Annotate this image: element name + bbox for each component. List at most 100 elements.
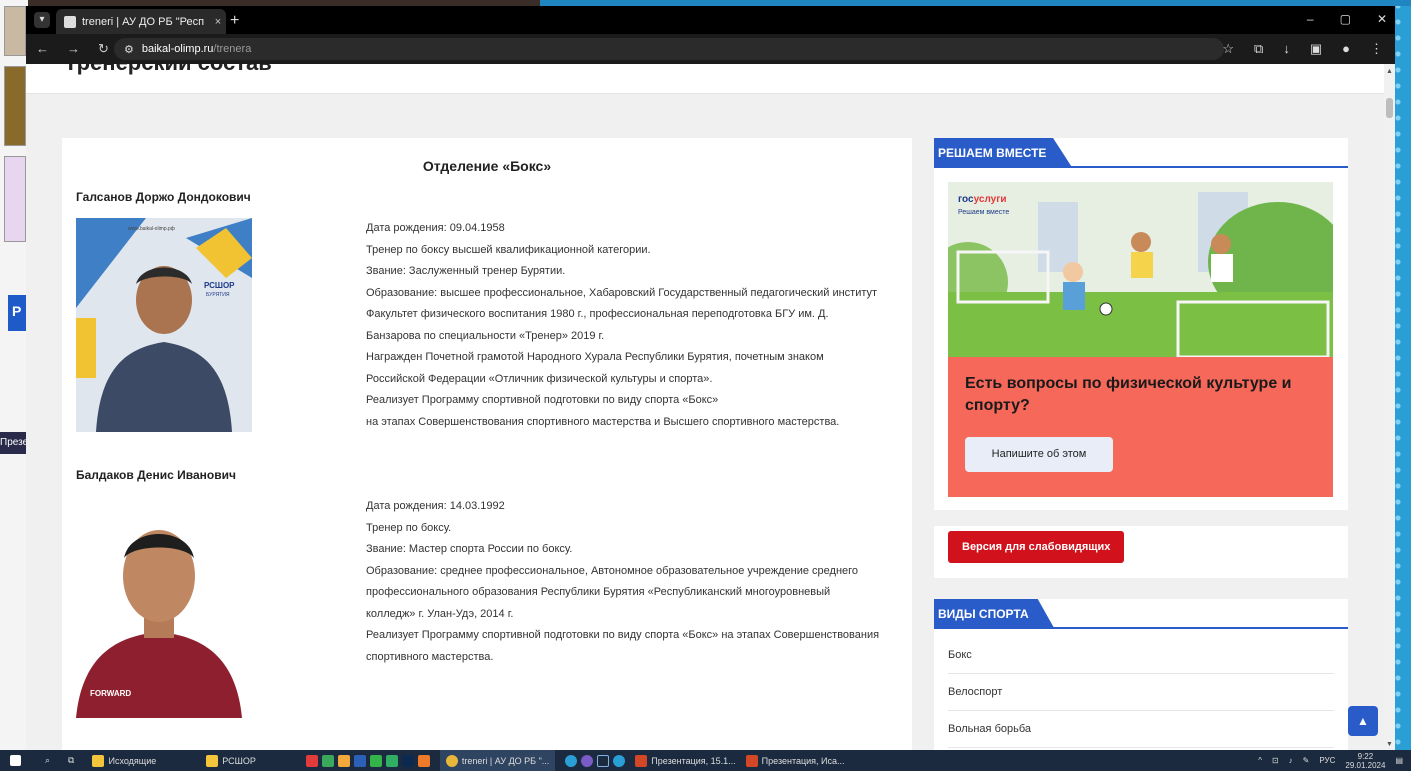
bio-line: Звание: Мастер спорта России по боксу. <box>366 543 573 555</box>
coach-name: Балдаков Денис Иванович <box>76 468 236 482</box>
pen-icon[interactable]: ✎ <box>1303 756 1310 765</box>
task-view-button[interactable]: ⧉ <box>68 755 74 766</box>
close-window-button[interactable]: ✕ <box>1377 12 1387 26</box>
language-indicator[interactable]: РУС <box>1319 756 1335 765</box>
sport-link-boxing[interactable]: Бокс <box>948 637 1334 674</box>
app-icon[interactable] <box>337 754 350 767</box>
powerpoint-icon <box>635 754 648 767</box>
taskbar-app-label: Презентация, Иса... <box>761 755 845 766</box>
forward-icon[interactable]: → <box>67 41 80 57</box>
firefox-icon[interactable] <box>417 754 430 767</box>
web-page: Тренерский состав Отделение «Бокс» Галса… <box>26 64 1384 750</box>
browser-tab-active[interactable]: treneri | АУ ДО РБ "Республикан × <box>56 9 226 34</box>
page-header: Тренерский состав <box>26 64 1384 94</box>
background-thumbnail <box>4 66 26 146</box>
coach-bio: Дата рождения: 14.03.1992 Тренер по бокс… <box>366 496 906 668</box>
window-controls: – ▢ ✕ <box>1307 12 1387 26</box>
bio-line: Реализует Программу спортивной подготовк… <box>366 629 880 641</box>
bio-line: Награжден Почетной грамотой Народного Ху… <box>366 351 824 363</box>
reload-icon[interactable]: ↻ <box>98 41 109 57</box>
app-icon[interactable] <box>613 754 626 767</box>
volume-icon[interactable]: ♪ <box>1289 756 1293 765</box>
banner-illustration: госуслуги Решаем вместе <box>948 182 1333 357</box>
restore-button[interactable]: ▢ <box>1340 12 1351 26</box>
coach-bio: Дата рождения: 09.04.1958 Тренер по бокс… <box>366 218 906 433</box>
menu-icon[interactable]: ⋮ <box>1370 41 1383 57</box>
taskbar-app-label: РСШОР <box>222 755 256 766</box>
side-panel-icon[interactable]: ▣ <box>1310 41 1322 57</box>
show-hidden-icons-icon[interactable]: ^ <box>1258 756 1262 765</box>
word-icon[interactable] <box>353 754 366 767</box>
taskbar-app-label: Исходящие <box>108 755 157 766</box>
browser-toolbar: ← → ↻ ⚙ baikal-olimp.ru/trenera ☆ ⧉ ↓ ▣ … <box>26 34 1395 64</box>
close-tab-icon[interactable]: × <box>210 16 226 28</box>
system-tray: ^ ⊡ ♪ ✎ РУС 9:22 29.01.2024 ▤ <box>1258 750 1403 771</box>
url-domain: baikal-olimp.ru <box>141 43 214 55</box>
browser-tab-strip: ▾ treneri | АУ ДО РБ "Республикан × + – … <box>26 6 1395 34</box>
low-vision-version-button[interactable]: Версия для слабовидящих <box>948 531 1125 563</box>
extensions-icon[interactable]: ⧉ <box>1254 41 1263 57</box>
sports-widget: ВИДЫ СПОРТА Бокс Велоспорт Вольная борьб… <box>934 599 1348 750</box>
taskbar-pinned-apps-2 <box>565 754 626 767</box>
address-bar[interactable]: ⚙ baikal-olimp.ru/trenera <box>114 38 1224 60</box>
bio-line: спортивного мастерства. <box>366 650 494 663</box>
page-scrollbar[interactable]: ▲ ▼ <box>1384 64 1395 750</box>
bookmark-star-icon[interactable]: ☆ <box>1222 41 1234 57</box>
gosuslugi-subtitle: Решаем вместе <box>958 209 1010 216</box>
folder-icon <box>206 754 219 767</box>
whatsapp-icon[interactable] <box>385 754 398 767</box>
notifications-icon[interactable]: ▤ <box>1395 756 1403 765</box>
bio-line: Дата рождения: 09.04.1958 <box>366 222 505 234</box>
taskbar-app-rshor[interactable]: РСШОР <box>206 754 256 767</box>
photo-logo-text: РСШОР <box>204 281 235 290</box>
bio-line: Образование: высшее профессиональное, Ха… <box>366 286 878 299</box>
gosuslugi-banner[interactable]: госуслуги Решаем вместе Есть вопросы по … <box>948 182 1333 497</box>
decide-together-widget: РЕШАЕМ ВМЕСТЕ госуслуги Решаем вместе Ес… <box>934 138 1348 510</box>
back-icon[interactable]: ← <box>36 41 49 57</box>
profile-icon[interactable]: ● <box>1342 41 1350 57</box>
background-window-strip <box>0 0 28 750</box>
clock[interactable]: 9:22 29.01.2024 <box>1345 752 1385 770</box>
taskbar-pinned-apps <box>305 754 430 767</box>
minimize-button[interactable]: – <box>1307 12 1314 26</box>
gosuslugi-logo: госуслуги <box>958 194 1007 205</box>
bio-line: профессионального образования Республики… <box>366 586 831 598</box>
taskbar-app-presentation-1[interactable]: Презентация, 15.1... <box>635 754 736 767</box>
start-button[interactable] <box>10 755 21 766</box>
app-icon[interactable] <box>305 754 318 767</box>
scrollbar-thumb[interactable] <box>1386 98 1393 118</box>
accessibility-widget: Версия для слабовидящих <box>934 526 1348 578</box>
tab-search-button[interactable]: ▾ <box>34 12 50 28</box>
new-tab-button[interactable]: + <box>230 12 239 30</box>
photo-jacket-text: FORWARD <box>90 689 131 698</box>
scroll-to-top-button[interactable]: ▲ <box>1348 706 1378 736</box>
windows-logo-icon <box>10 755 21 766</box>
banner-text-area: Есть вопросы по физической культуре и сп… <box>948 357 1333 497</box>
coach-name: Галсанов Доржо Дондокович <box>76 190 251 204</box>
logo-part: услуги <box>973 194 1007 205</box>
photoshop-icon[interactable] <box>401 754 414 767</box>
search-button[interactable]: ⌕ <box>45 755 50 766</box>
site-info-icon[interactable]: ⚙ <box>124 43 134 56</box>
bio-line: Реализует Программу спортивной подготовк… <box>366 394 719 406</box>
scroll-up-arrow-icon[interactable]: ▲ <box>1386 68 1393 75</box>
coach-photo: FORWARD <box>76 496 242 718</box>
sport-link-freestyle-wrestling[interactable]: Вольная борьба <box>948 711 1334 748</box>
taskbar-app-chrome[interactable]: treneri | АУ ДО РБ "... <box>439 750 556 771</box>
sport-link-cycling[interactable]: Велоспорт <box>948 674 1334 711</box>
app-icon[interactable] <box>321 754 334 767</box>
network-icon[interactable]: ⊡ <box>1272 756 1279 765</box>
download-icon[interactable]: ↓ <box>1283 41 1290 57</box>
write-about-it-button[interactable]: Напишите об этом <box>965 437 1113 472</box>
tab-title: treneri | АУ ДО РБ "Республикан <box>82 15 204 28</box>
app-icon[interactable] <box>597 754 610 767</box>
app-icon[interactable] <box>369 754 382 767</box>
taskbar-app-presentation-2[interactable]: Презентация, Иса... <box>745 754 845 767</box>
task-view-icon: ⧉ <box>68 755 75 765</box>
app-icon[interactable] <box>581 754 594 767</box>
edge-icon[interactable] <box>565 754 578 767</box>
background-window-tab: Р <box>8 295 28 331</box>
scroll-down-arrow-icon[interactable]: ▼ <box>1386 741 1393 748</box>
taskbar-app-outgoing[interactable]: Исходящие <box>92 754 157 767</box>
bio-line: Образование: среднее профессиональное, А… <box>366 564 859 577</box>
